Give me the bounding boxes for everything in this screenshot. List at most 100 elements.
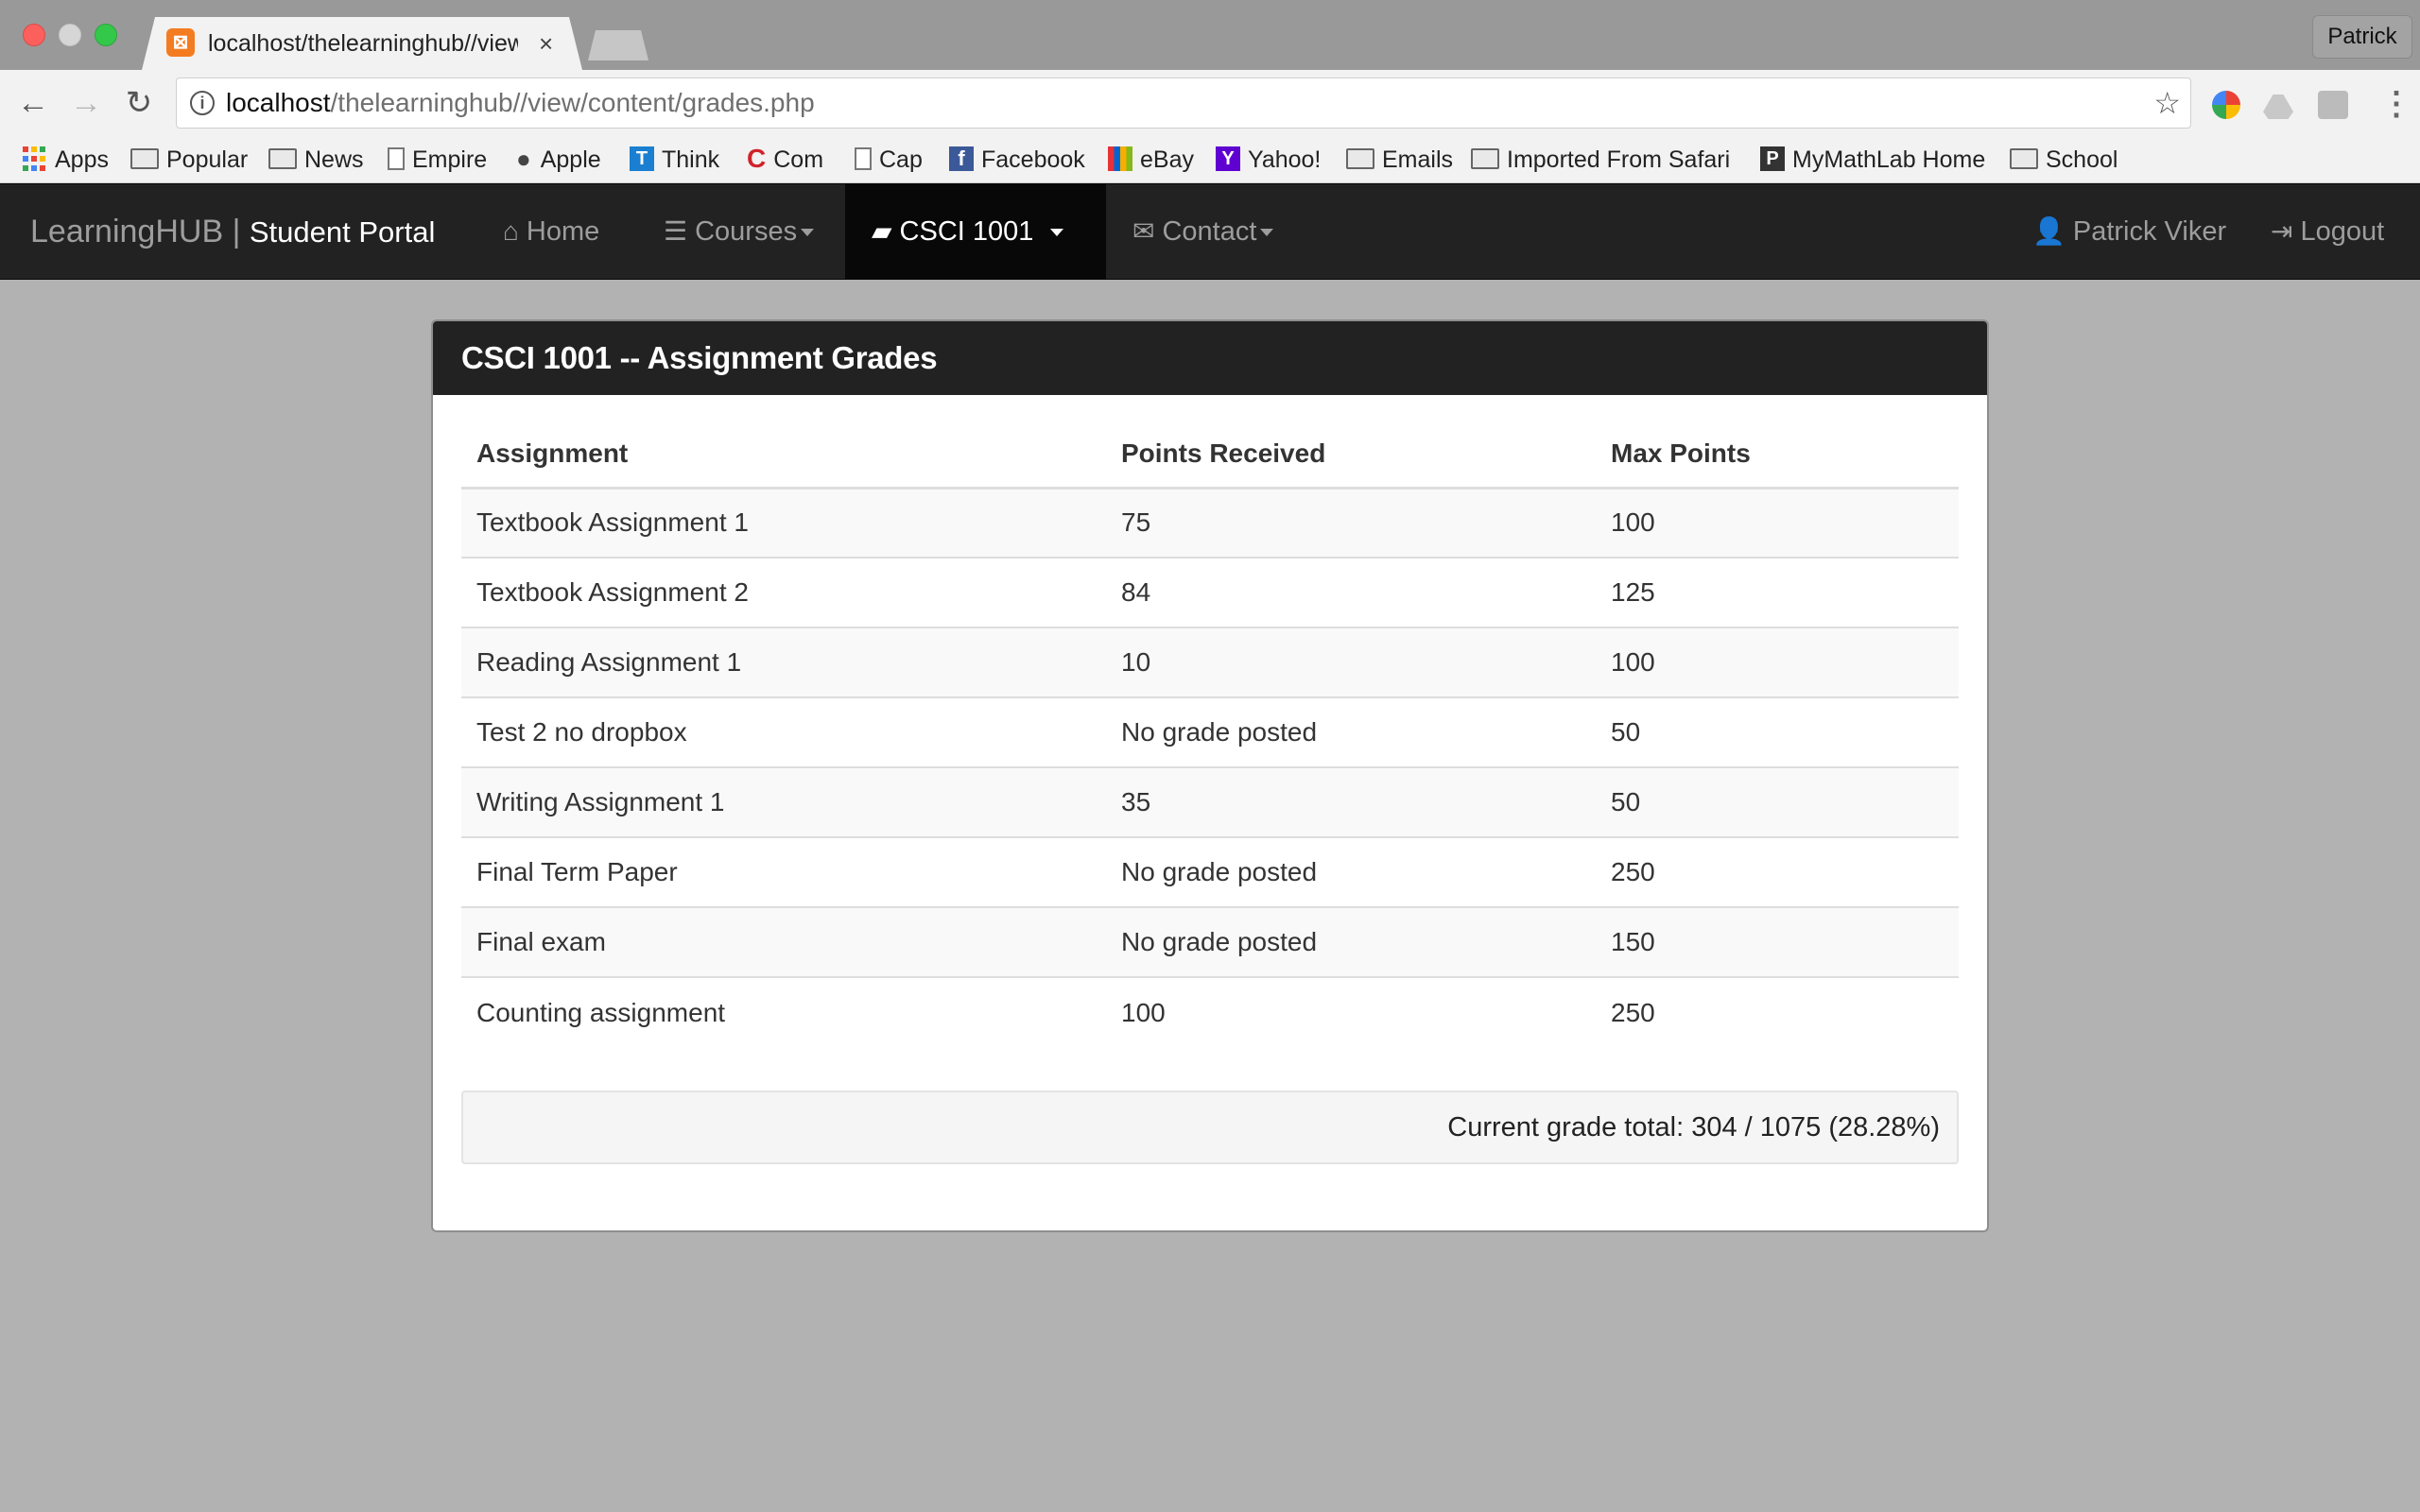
bookmark-label: School [2046,146,2118,173]
page-icon [388,147,405,171]
url-path: /thelearninghub//view/content/grades.php [330,88,815,117]
brand-subtitle: Student Portal [249,215,436,249]
bookmark-school[interactable]: School [2010,138,2118,181]
bookmark-imported-from-safari[interactable]: Imported From Safari [1471,138,1730,181]
minimize-window-button[interactable] [59,24,81,46]
maximize-window-button[interactable] [95,24,117,46]
think-icon: T [630,146,654,172]
bookmark-think[interactable]: T Think [630,138,719,181]
bookmark-yahoo[interactable]: Y Yahoo! [1216,138,1321,181]
navbar-brand[interactable]: LearningHUB | Student Portal [30,184,435,280]
log-in-icon: ⇥ [2271,216,2293,246]
bookmark-label: Empire [412,146,488,173]
list-icon: ☰ [664,216,688,246]
apps-grid-icon [23,146,47,171]
bookmark-label: Yahoo! [1248,146,1322,173]
folder-open-icon: ▰ [872,216,892,246]
nav-csci-label: CSCI 1001 [899,216,1034,247]
bookmark-label: Facebook [981,146,1085,173]
bookmark-star-icon[interactable]: ☆ [2153,78,2181,128]
nav-courses-dropdown[interactable]: ☰ Courses [664,184,815,279]
back-arrow-icon[interactable]: ← [11,81,55,125]
bookmark-news[interactable]: News [268,138,364,181]
folder-icon [1471,148,1499,170]
bookmark-label: Popular [166,146,249,173]
grades-table: Assignment Points Received Max Points Te… [461,421,1959,1047]
nav-user-profile[interactable]: 👤 Patrick Viker [2032,184,2226,279]
bookmark-label: Cap [879,146,923,173]
max-points-cell: 50 [1596,696,1959,767]
column-header-max-points: Max Points [1596,421,1959,490]
bookmark-empire[interactable]: Empire [388,138,487,181]
info-icon[interactable]: i [190,91,215,115]
drive-icon[interactable] [2263,94,2293,119]
folder-icon [268,148,297,170]
nav-csci-1001-dropdown[interactable]: ▰ CSCI 1001 [845,184,1106,279]
profile-button[interactable]: Patrick [2312,15,2412,59]
bookmark-label: eBay [1140,146,1194,173]
assignment-cell: Textbook Assignment 1 [461,488,1106,558]
new-tab-button[interactable] [588,30,648,60]
max-points-cell: 100 [1596,627,1959,697]
points-received-cell: 100 [1106,976,1596,1047]
folder-icon [1346,148,1374,170]
bookmark-facebook[interactable]: f Facebook [949,138,1085,181]
caret-down-icon [801,229,815,237]
nav-home[interactable]: ⌂ Home [503,184,599,279]
assignment-cell: Counting assignment [461,976,1106,1047]
assignment-cell: Final exam [461,906,1106,977]
points-received-cell: No grade posted [1106,906,1596,977]
envelope-icon: ✉ [1132,216,1155,246]
reload-icon[interactable]: ↻ [117,81,161,125]
max-points-cell: 125 [1596,557,1959,627]
bookmark-ebay[interactable]: eBay [1108,138,1194,181]
folder-icon [130,148,159,170]
bookmark-apple[interactable]: ● Apple [516,138,601,181]
assignment-cell: Writing Assignment 1 [461,766,1106,837]
nav-logout[interactable]: ⇥ Logout [2271,184,2384,279]
more-menu-icon[interactable]: ⋮ [2380,85,2412,123]
bookmark-popular[interactable]: Popular [130,138,248,181]
url-host: localhost [226,88,331,117]
browser-toolbar: ← → ↻ i localhost/thelearninghub//view/c… [0,70,2420,138]
bookmark-label: Imported From Safari [1507,146,1731,173]
extension-colorwheel-icon[interactable] [2212,91,2240,119]
close-window-button[interactable] [23,24,45,46]
address-url[interactable]: localhost/thelearninghub//view/content/g… [226,78,815,128]
bookmark-emails[interactable]: Emails [1346,138,1453,181]
table-row: Final exam No grade posted 150 [461,906,1959,977]
table-header-row: Assignment Points Received Max Points [461,421,1959,490]
table-row: Test 2 no dropbox No grade posted 50 [461,696,1959,767]
forward-arrow-icon[interactable]: → [64,81,108,125]
table-row: Counting assignment 100 250 [461,976,1959,1047]
grade-total-summary: Current grade total: 304 / 1075 (28.28%) [461,1091,1959,1164]
max-points-cell: 100 [1596,488,1959,558]
bookmark-mymathlab-home[interactable]: P MyMathLab Home [1760,138,1985,181]
cast-icon[interactable] [2318,91,2348,119]
facebook-icon: f [949,146,974,172]
assignment-cell: Final Term Paper [461,836,1106,907]
brand-separator: | [232,214,241,249]
main-navbar: LearningHUB | Student Portal ⌂ Home ☰ Cour… [0,183,2420,280]
apple-icon: ● [516,145,531,174]
ebay-icon [1108,146,1132,172]
assignment-cell: Textbook Assignment 2 [461,557,1106,627]
bookmark-com[interactable]: C Com [747,138,823,181]
grades-panel: CSCI 1001 -- Assignment Grades Assignmen… [431,319,1989,1232]
browser-titlebar: ⊠ localhost/thelearninghub//view/content… [0,0,2420,70]
home-icon: ⌂ [503,216,519,246]
bookmark-apps[interactable]: Apps [23,138,109,181]
nav-contact-dropdown[interactable]: ✉ Contact [1132,184,1274,279]
brand-name: LearningHUB [30,214,224,249]
assignment-cell: Test 2 no dropbox [461,696,1106,767]
browser-tab-active[interactable]: ⊠ localhost/thelearninghub//view/content… [142,17,582,70]
address-bar[interactable]: i localhost/thelearninghub//view/content… [176,77,2191,129]
max-points-cell: 250 [1596,836,1959,907]
tab-close-icon[interactable]: × [539,26,553,60]
table-row: Reading Assignment 1 10 100 [461,627,1959,697]
bookmark-cap[interactable]: Cap [855,138,923,181]
points-received-cell: 10 [1106,627,1596,697]
points-received-cell: 84 [1106,557,1596,627]
bookmark-label: News [304,146,364,173]
max-points-cell: 150 [1596,906,1959,977]
